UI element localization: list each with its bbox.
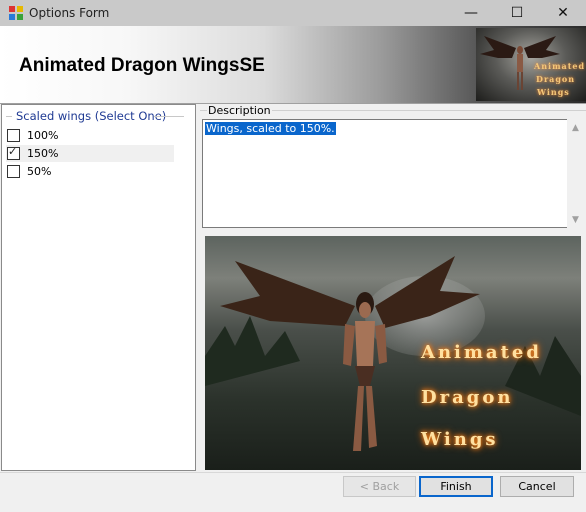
checkbox[interactable] (7, 129, 20, 142)
checkbox[interactable] (7, 165, 20, 178)
group-border (154, 116, 184, 117)
back-button[interactable]: < Back (343, 476, 416, 497)
description-legend: Description (207, 104, 272, 117)
header-thumbnail: Animated Dragon Wings (476, 28, 586, 101)
description-text[interactable]: Wings, scaled to 150%. (205, 122, 336, 135)
option-label: 100% (27, 129, 59, 142)
page-title: Animated Dragon WingsSE (19, 55, 265, 76)
check-icon: ✓ (8, 145, 18, 158)
close-button[interactable]: ✕ (540, 0, 586, 26)
description-textbox[interactable]: Wings, scaled to 150%. (202, 119, 568, 228)
option-50[interactable]: 50% (6, 163, 174, 180)
group-border (6, 116, 12, 117)
group-legend: Scaled wings (Select One) (14, 109, 169, 123)
scroll-up-icon[interactable]: ▲ (567, 119, 584, 136)
maximize-button[interactable]: ☐ (494, 0, 540, 26)
window-title: Options Form (29, 6, 110, 20)
scroll-down-icon[interactable]: ▼ (567, 211, 584, 228)
title-bar: Options Form — ☐ ✕ (0, 0, 586, 26)
minimize-button[interactable]: — (448, 0, 494, 26)
cancel-button[interactable]: Cancel (500, 476, 574, 497)
preview-image: Animated Dragon Wings (205, 236, 581, 470)
finish-button[interactable]: Finish (419, 476, 493, 497)
checkbox[interactable]: ✓ (7, 145, 20, 160)
footer-divider (0, 472, 586, 473)
option-label: 50% (27, 165, 52, 178)
thumb-line-1: Animated (534, 61, 586, 71)
thumb-line-3: Wings (537, 87, 570, 97)
preview-line-2: Dragon (421, 387, 514, 408)
option-100[interactable]: 100% (6, 127, 174, 144)
thumb-line-2: Dragon (536, 74, 576, 84)
option-150[interactable]: ✓ 150% (6, 145, 174, 162)
preview-line-3: Wings (421, 429, 499, 450)
option-label: 150% (27, 147, 59, 160)
preview-line-1: Animated (421, 342, 542, 363)
header-banner: Animated Dragon WingsSE Animated Dragon … (0, 26, 586, 104)
options-group: Scaled wings (Select One) 100% ✓ 150% 50… (1, 104, 196, 471)
description-scrollbar[interactable]: ▲ ▼ (567, 119, 584, 228)
app-icon (9, 6, 23, 20)
